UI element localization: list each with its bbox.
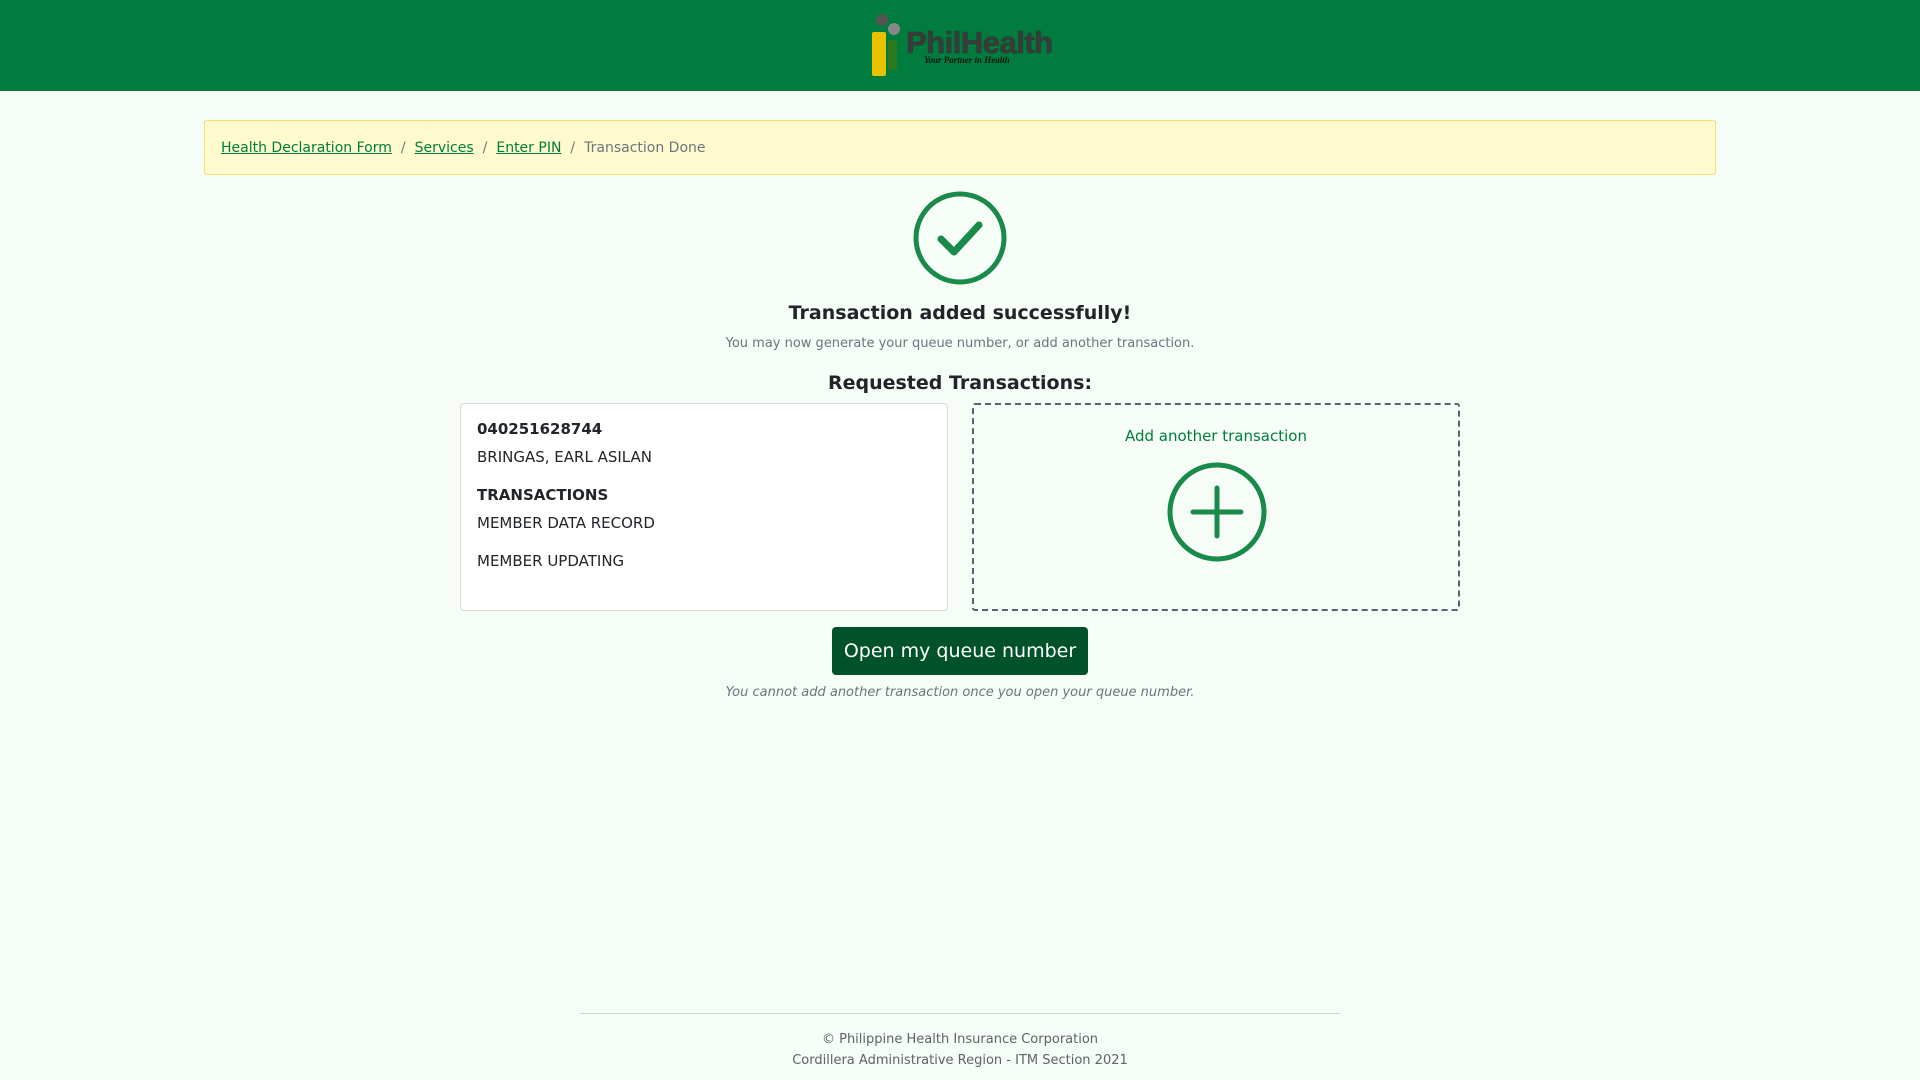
breadcrumb: Health Declaration Form / Services / Ent… — [204, 120, 1716, 175]
add-transaction-button[interactable]: Add another transaction — [972, 403, 1460, 611]
add-transaction-label: Add another transaction — [1125, 427, 1307, 445]
transaction-item: MEMBER UPDATING — [477, 552, 625, 570]
transaction-card: 040251628744 BRINGAS, EARL ASILAN TRANSA… — [460, 403, 948, 611]
breadcrumb-separator: / — [482, 139, 488, 156]
philhealth-logo[interactable]: PhilHealth Your Partner in Health — [868, 12, 1053, 80]
member-name: BRINGAS, EARL ASILAN — [477, 448, 652, 466]
breadcrumb-services[interactable]: Services — [415, 140, 474, 156]
requested-transactions-title: Requested Transactions: — [827, 372, 1093, 394]
check-circle-icon — [913, 191, 1007, 285]
footer-section: Cordillera Administrative Region - ITM S… — [792, 1053, 1128, 1068]
transaction-item: MEMBER DATA RECORD — [477, 514, 655, 532]
breadcrumb-enter-pin[interactable]: Enter PIN — [496, 140, 561, 156]
transactions-heading: TRANSACTIONS — [477, 486, 609, 504]
philhealth-logo-icon — [872, 14, 900, 76]
success-subtitle: You may now generate your queue number, … — [725, 336, 1195, 351]
success-title: Transaction added successfully! — [788, 302, 1132, 324]
logo-tagline: Your Partner in Health — [924, 55, 1010, 65]
footer-copyright: © Philippine Health Insurance Corporatio… — [821, 1032, 1099, 1047]
footer-divider — [580, 1013, 1340, 1014]
breadcrumb-separator: / — [570, 139, 576, 156]
member-pin: 040251628744 — [477, 420, 603, 438]
breadcrumb-separator: / — [400, 139, 406, 156]
queue-warning-note: You cannot add another transaction once … — [725, 685, 1195, 700]
top-header-bar: PhilHealth Your Partner in Health — [0, 0, 1920, 91]
breadcrumb-health-declaration-form[interactable]: Health Declaration Form — [221, 140, 392, 156]
plus-circle-icon — [1167, 462, 1267, 562]
open-queue-number-button[interactable]: Open my queue number — [832, 627, 1088, 675]
breadcrumb-current: Transaction Done — [584, 139, 706, 156]
